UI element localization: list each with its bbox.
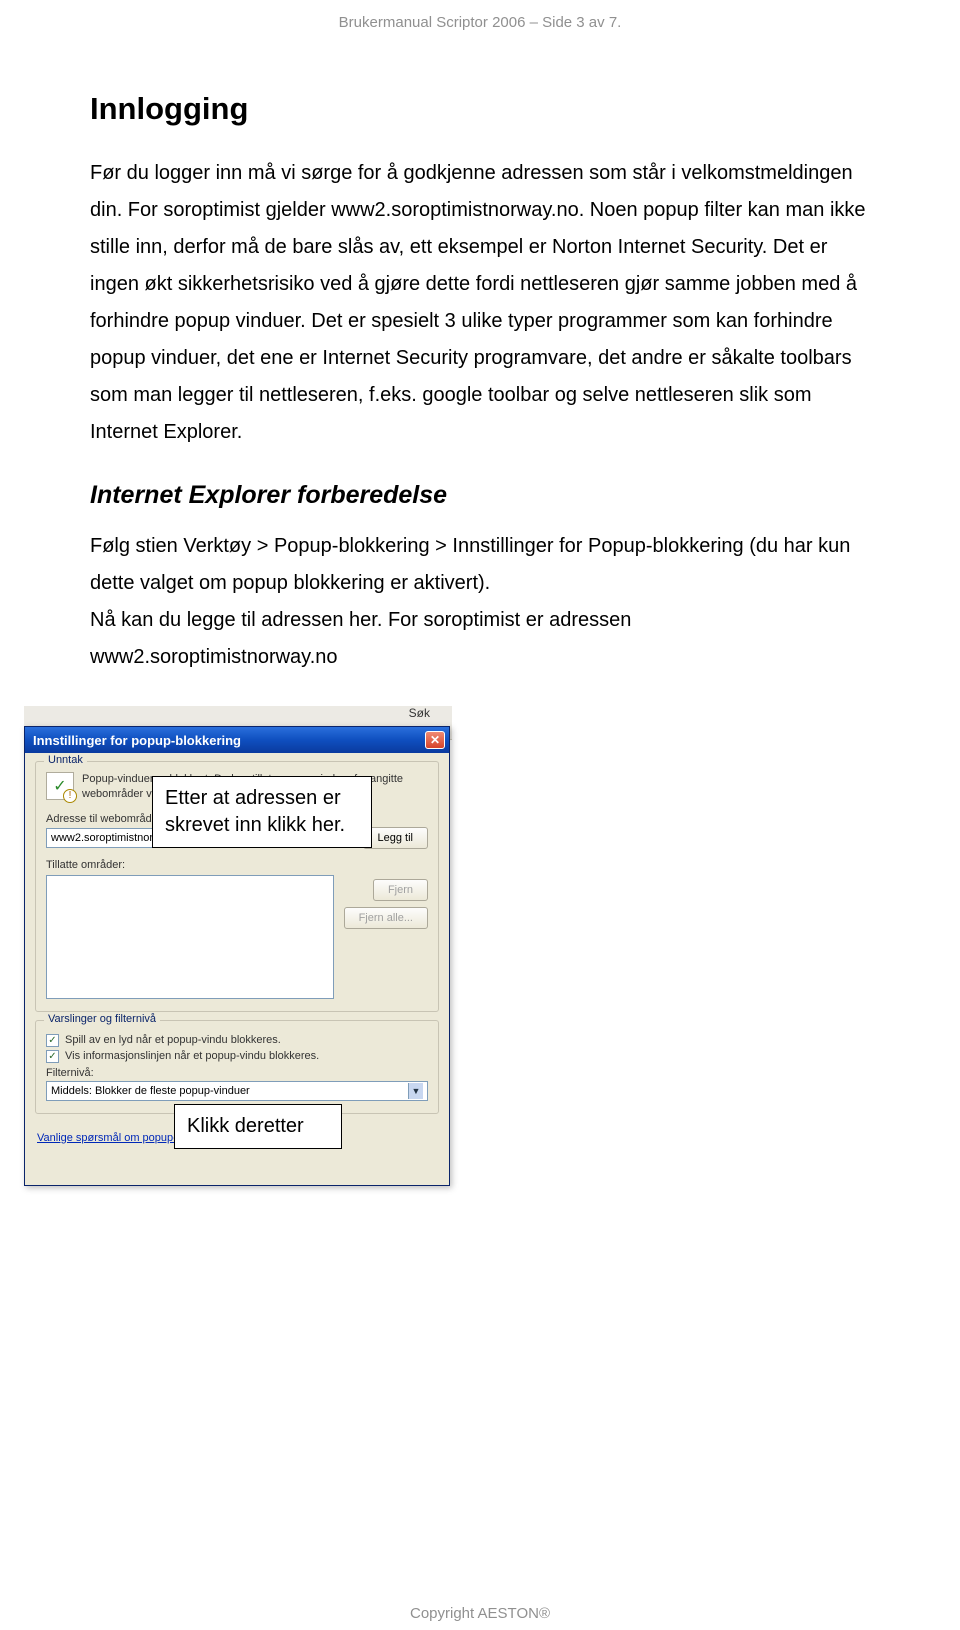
page-header: Brukermanual Scriptor 2006 – Side 3 av 7…: [0, 0, 960, 31]
section2-title: Internet Explorer forberedelse: [90, 481, 870, 510]
popup-settings-screenshot: Søk Innstillinger for popup-blokkering ✕…: [0, 706, 452, 1186]
allowed-sites-label: Tillatte områder:: [46, 859, 428, 871]
info-icon: !: [46, 772, 74, 800]
group-unntak-title: Unntak: [44, 754, 87, 766]
remove-all-button[interactable]: Fjern alle...: [344, 907, 428, 929]
add-button[interactable]: Legg til: [363, 827, 428, 849]
document-content: Innlogging Før du logger inn må vi sørge…: [0, 31, 960, 1186]
section1-body: Før du logger inn må vi sørge for å godk…: [90, 155, 870, 451]
filter-level-label: Filternivå:: [46, 1067, 428, 1079]
remove-button[interactable]: Fjern: [373, 879, 428, 901]
section1-title: Innlogging: [90, 91, 870, 127]
callout-add-address: Etter at adressen er skrevet inn klikk h…: [152, 776, 372, 848]
checkbox-infobar-row[interactable]: ✓ Vis informasjonslinjen når et popup-vi…: [46, 1050, 428, 1063]
section2-body: Følg stien Verktøy > Popup-blokkering > …: [90, 528, 870, 676]
page-bg-strip: [0, 706, 24, 1186]
checkbox-infobar-label: Vis informasjonslinjen når et popup-vind…: [65, 1050, 319, 1062]
search-label: Søk: [409, 706, 430, 720]
page-footer: Copyright AESTON®: [0, 1605, 960, 1622]
checkbox-icon[interactable]: ✓: [46, 1034, 59, 1047]
callout-click-next: Klikk deretter: [174, 1104, 342, 1149]
chevron-down-icon: ▼: [408, 1083, 423, 1099]
close-icon[interactable]: ✕: [425, 731, 445, 749]
group-varslinger-title: Varslinger og filternivå: [44, 1013, 160, 1025]
dialog-title: Innstillinger for popup-blokkering: [33, 733, 241, 748]
allowed-sites-listbox[interactable]: [46, 875, 334, 999]
dialog-titlebar[interactable]: Innstillinger for popup-blokkering ✕: [25, 727, 449, 753]
checkbox-icon[interactable]: ✓: [46, 1050, 59, 1063]
checkbox-sound-row[interactable]: ✓ Spill av en lyd når et popup-vindu blo…: [46, 1034, 428, 1047]
checkbox-sound-label: Spill av en lyd når et popup-vindu blokk…: [65, 1034, 281, 1046]
group-varslinger: Varslinger og filternivå ✓ Spill av en l…: [35, 1020, 439, 1114]
filter-level-value: Middels: Blokker de fleste popup-vinduer: [51, 1085, 250, 1097]
filter-level-select[interactable]: Middels: Blokker de fleste popup-vinduer…: [46, 1081, 428, 1101]
